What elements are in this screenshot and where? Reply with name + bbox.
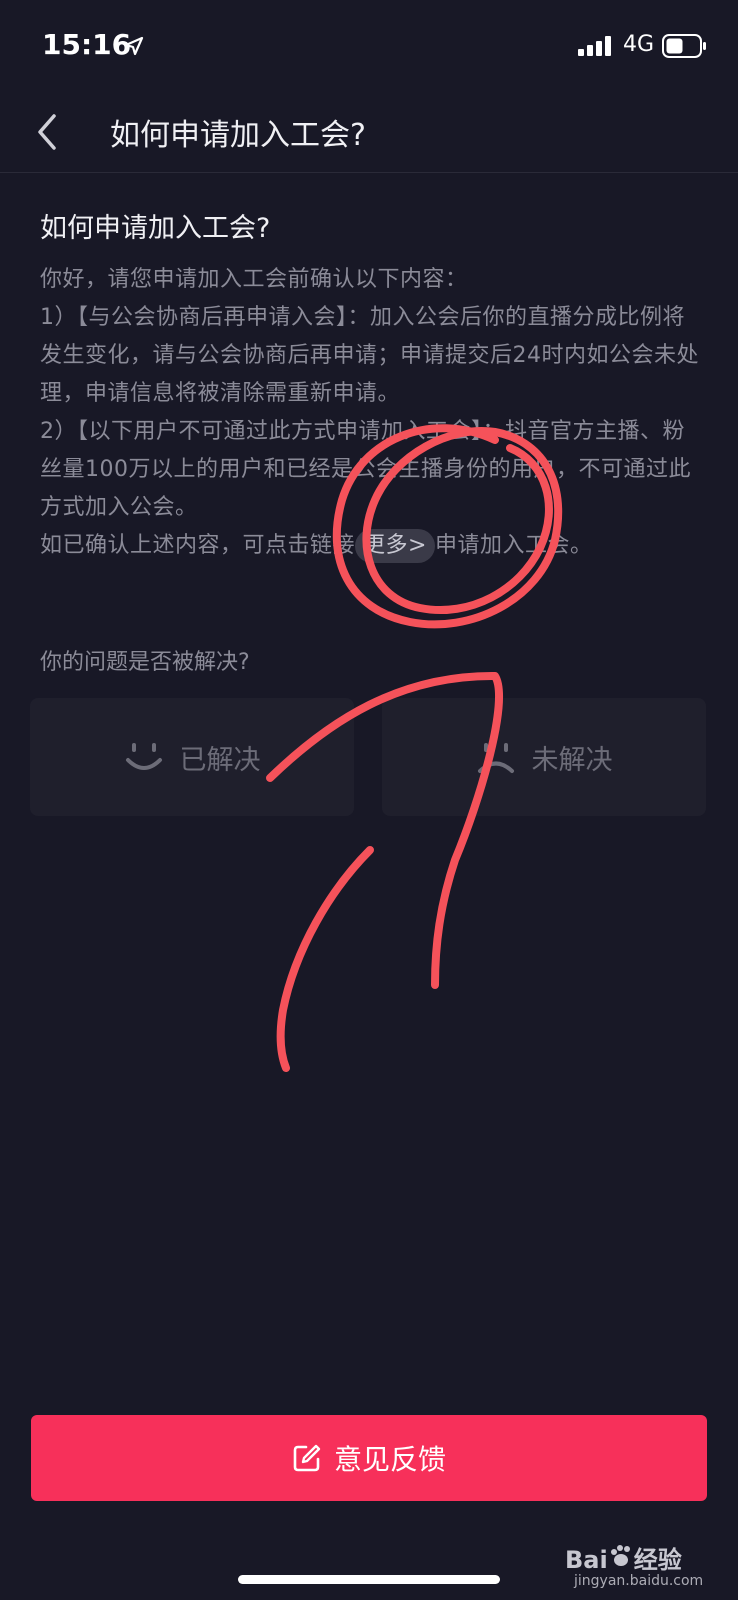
chevron-left-icon: [38, 114, 56, 150]
watermark-site: jingyan.baidu.com: [574, 1573, 704, 1589]
status-time: 15:16: [42, 28, 132, 61]
baidu-jingyan-watermark: Bai 经验: [565, 1540, 682, 1575]
frown-icon: [477, 743, 514, 773]
confirm-prefix: 如已确认上述内容，可点击链接: [40, 533, 356, 558]
nav-bar: 如何申请加入工会?: [0, 92, 738, 173]
unsolved-label: 未解决: [531, 744, 613, 776]
page-title: 如何申请加入工会?: [110, 118, 366, 153]
location-arrow-icon: [124, 36, 144, 56]
status-bar: 15:16 4G: [0, 0, 738, 92]
paw-icon: [610, 1545, 630, 1566]
confirm-suffix: 申请加入工会。: [434, 533, 593, 558]
solved-button[interactable]: 已解决: [30, 698, 354, 816]
article-confirm: 如已确认上述内容，可点击链接 更多> 申请加入工会。: [40, 527, 700, 565]
feedback-button[interactable]: 意见反馈: [31, 1415, 707, 1501]
edit-icon: [293, 1444, 321, 1472]
cellular-signal-icon: [578, 36, 611, 56]
unsolved-button[interactable]: 未解决: [382, 698, 706, 816]
home-indicator: [238, 1575, 500, 1584]
battery-icon: [662, 34, 706, 58]
back-button[interactable]: [30, 110, 70, 154]
feedback-question: 你的问题是否被解决?: [40, 650, 250, 675]
more-link[interactable]: 更多>: [355, 529, 435, 563]
article-item-2: 2）【以下用户不可通过此方式申请加入工会】：抖音官方主播、粉丝量100万以上的用…: [40, 419, 691, 520]
feedback-label: 意见反馈: [333, 1443, 446, 1476]
solved-label: 已解决: [179, 744, 261, 776]
network-type: 4G: [623, 32, 655, 57]
watermark-suffix: 经验: [633, 1546, 682, 1574]
smile-icon: [125, 743, 162, 770]
article: 如何申请加入工会? 你好，请您申请加入工会前确认以下内容： 1）【与公会协商后再…: [40, 196, 700, 565]
article-intro: 你好，请您申请加入工会前确认以下内容：: [40, 267, 468, 292]
article-title: 如何申请加入工会?: [40, 213, 271, 244]
article-item-1: 1）【与公会协商后再申请入会】：加入公会后你的直播分成比例将发生变化，请与公会协…: [40, 305, 699, 406]
watermark-brand: Bai: [565, 1546, 608, 1574]
